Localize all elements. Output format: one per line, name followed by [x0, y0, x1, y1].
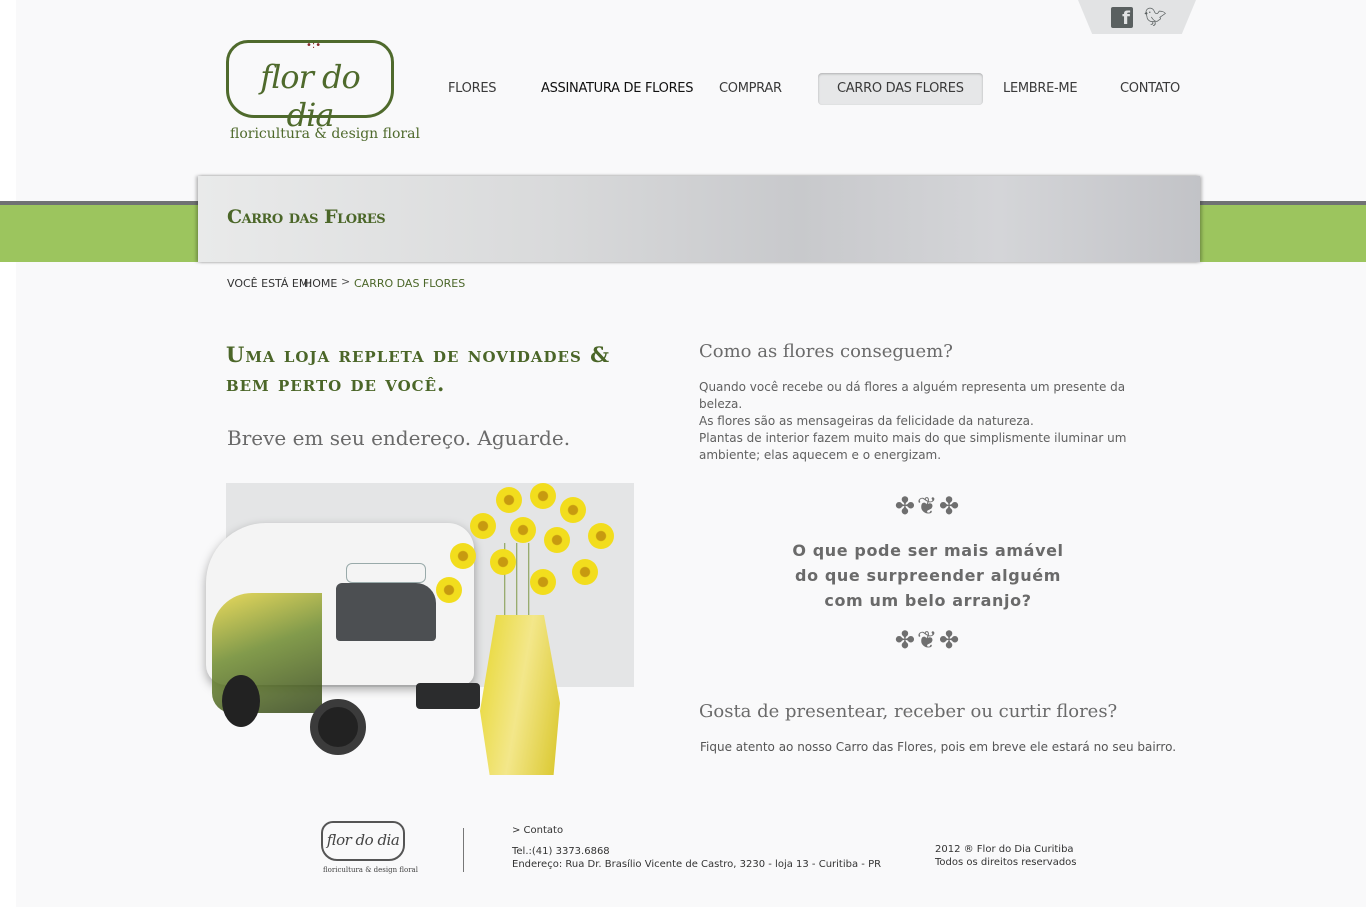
ornament-top-icon: ✤❦✤ [894, 492, 962, 520]
van-body [206, 523, 480, 755]
van-rear-wheel [222, 675, 260, 727]
breadcrumb-separator: > [341, 275, 351, 288]
question-heading-1: Como as flores conseguem? [699, 341, 953, 362]
highlight-quote: O que pode ser mais amável do que surpre… [770, 538, 1086, 613]
flower [450, 543, 476, 569]
nav-item-carro-das-flores[interactable]: CARRO DAS FLORES [837, 81, 964, 96]
logo-dots-ornament: •:• [306, 40, 322, 51]
quote-line-2: do que surpreender alguém [795, 566, 1061, 585]
headline: Uma loja repleta de novidades & bem pert… [226, 342, 611, 396]
sub-headline: Breve em seu endereço. Aguarde. [227, 426, 571, 450]
footer-logo-tagline: floricultura & design floral [323, 866, 418, 874]
flower [490, 549, 516, 575]
breadcrumb-current: CARRO DAS FLORES [354, 277, 466, 290]
flower [470, 513, 496, 539]
paragraph-3: Fique atento ao nosso Carro das Flores, … [700, 740, 1177, 754]
nav-item-comprar[interactable]: COMPRAR [719, 81, 782, 96]
flower [530, 569, 556, 595]
paragraph-2-line-1: Plantas de interior fazem muito mais do … [699, 431, 1127, 445]
logo[interactable]: •:• flor do dia floricultura & design fl… [226, 40, 420, 148]
ornament-bottom-icon: ✤❦✤ [894, 626, 962, 654]
van-window [336, 583, 436, 641]
footer-contact-link[interactable]: > Contato [512, 825, 563, 836]
vase [480, 615, 560, 775]
twitter-icon[interactable]: 🐦︎ [1144, 7, 1170, 29]
nav-item-assinatura-de-flores[interactable]: ASSINATURA DE FLORES [541, 81, 693, 96]
breadcrumb-label: VOCÊ ESTÁ EM: [227, 277, 313, 290]
footer-logo[interactable]: flor do dia floricultura & design floral [321, 821, 418, 879]
breadcrumb-home-link[interactable]: HOME [304, 277, 337, 290]
flower [560, 497, 586, 523]
footer-telephone: Tel.:(41) 3373.6868 [512, 846, 610, 857]
page-title: Carro das Flores [227, 206, 386, 228]
nav-item-contato[interactable]: CONTATO [1120, 81, 1180, 96]
question-heading-2: Gosta de presentear, receber ou curtir f… [699, 701, 1118, 722]
flower [496, 487, 522, 513]
quote-line-1: O que pode ser mais amável [792, 541, 1064, 560]
logo-name: flor do dia [260, 58, 361, 134]
flower [588, 523, 614, 549]
paragraph-2-line-2: ambiente; elas aquecem e o energizam. [699, 448, 942, 462]
van-grille [416, 683, 480, 709]
nav-item-flores[interactable]: FLORES [448, 81, 497, 96]
paragraph-1-line-2: As flores são as mensageiras da felicida… [699, 414, 1034, 428]
flower [530, 483, 556, 509]
footer-divider [463, 828, 464, 872]
facebook-icon[interactable]: f [1111, 7, 1133, 29]
nav-item-lembre-me[interactable]: LEMBRE-ME [1003, 81, 1078, 96]
van-logo [346, 563, 426, 583]
footer-rights: Todos os direitos reservados [935, 857, 1077, 868]
footer-copyright: 2012 ® Flor do Dia Curitiba [935, 844, 1074, 855]
logo-tagline: floricultura & design floral [230, 126, 420, 142]
van-and-flowers-image [200, 483, 640, 793]
flower [510, 517, 536, 543]
quote-line-3: com um belo arranjo? [824, 591, 1032, 610]
paragraph-2: Plantas de interior fazem muito mais do … [699, 430, 1169, 464]
paragraph-1-line-1: Quando você recebe ou dá flores a alguém… [699, 380, 1126, 411]
van-front-wheel [310, 699, 366, 755]
paragraph-1: Quando você recebe ou dá flores a alguém… [699, 379, 1169, 430]
flower [544, 527, 570, 553]
footer-address: Endereço: Rua Dr. Brasílio Vicente de Ca… [512, 859, 882, 870]
social-tab [1078, 0, 1196, 34]
footer-logo-name: flor do dia [326, 831, 400, 849]
flower [572, 559, 598, 585]
flower [436, 577, 462, 603]
